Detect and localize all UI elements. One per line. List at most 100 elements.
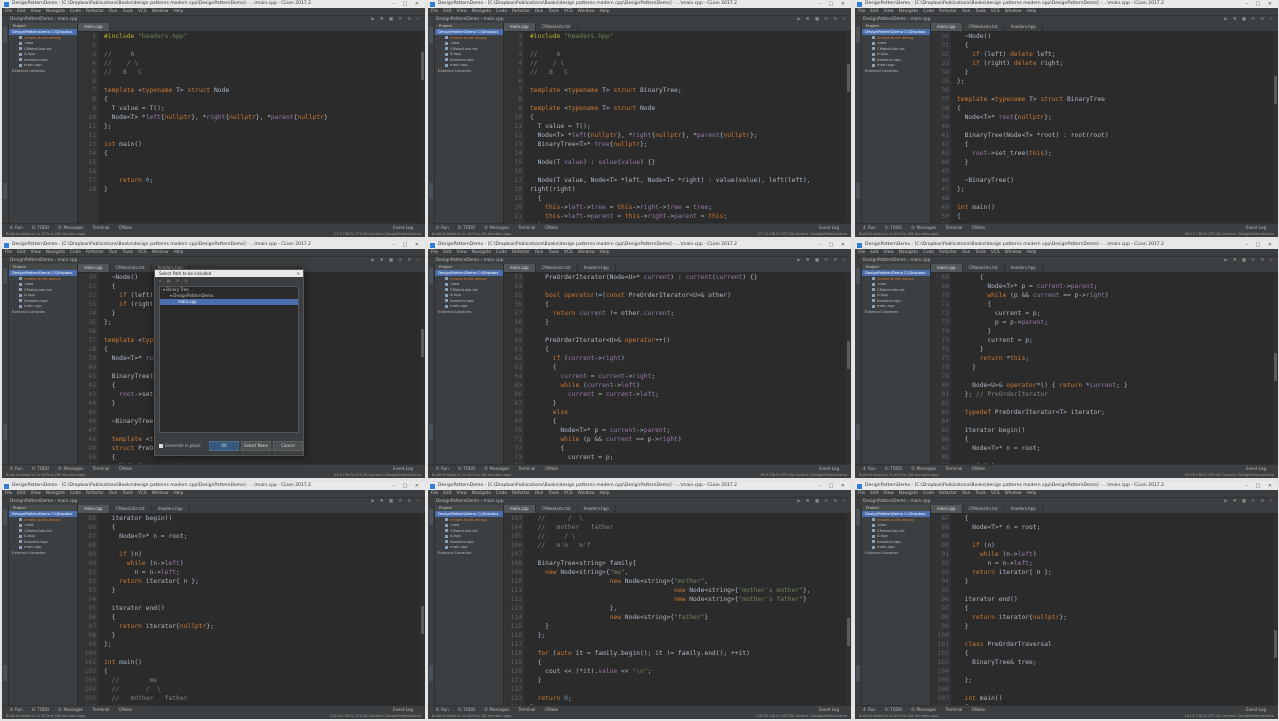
- code-line[interactable]: template <typename T> struct Node: [104, 86, 419, 95]
- editor-tab-main[interactable]: main.cpp: [78, 23, 110, 31]
- status-encoding[interactable]: CRLF‡ UTF-8‡ Context: DesignPatternDemo: [1196, 714, 1274, 718]
- code-line[interactable]: [957, 167, 1272, 176]
- code-line[interactable]: return iterator{ n };: [957, 568, 1272, 577]
- code-line[interactable]: {: [957, 514, 1272, 523]
- todo-tool-button[interactable]: 6: TODO: [32, 707, 49, 712]
- menu-navigate[interactable]: Navigate: [46, 9, 65, 14]
- code-line[interactable]: {: [104, 667, 419, 676]
- scrollbar-thumb[interactable]: [847, 618, 850, 646]
- code-line[interactable]: }: [957, 158, 1272, 167]
- run-toolbar[interactable]: ▶ ✱ ■ ⟳ ⚙ ⌕: [371, 16, 421, 23]
- code-line[interactable]: [104, 41, 419, 50]
- editor-scrollbar[interactable]: [1273, 514, 1278, 706]
- menu-view[interactable]: View: [884, 9, 894, 14]
- code-line[interactable]: iterator end(): [104, 604, 419, 613]
- code-area[interactable]: { Node<T>* p = current->parent; while (p…: [957, 273, 1272, 465]
- code-line[interactable]: // me: [104, 676, 419, 685]
- code-line[interactable]: [104, 541, 419, 550]
- run-toolbar[interactable]: ▶ ✱ ■ ⟳ ⚙ ⌕: [371, 498, 421, 505]
- status-encoding[interactable]: CRLF‡ UTF-8‡ Context: DesignPatternDemo: [343, 714, 421, 718]
- structure-tool-tab[interactable]: [856, 424, 860, 440]
- external-libraries[interactable]: External Libraries: [9, 309, 77, 315]
- editor-tab-cmake[interactable]: CMakeLists.txt: [110, 505, 152, 513]
- cmake-tool-button[interactable]: CMake: [545, 466, 558, 471]
- editor-tab-cmake[interactable]: CMakeLists.txt: [963, 505, 1005, 513]
- terminal-tool-button[interactable]: Terminal: [945, 707, 962, 712]
- code-line[interactable]: [530, 282, 845, 291]
- code-line[interactable]: current = p;: [530, 453, 845, 462]
- code-line[interactable]: else: [530, 408, 845, 417]
- code-line[interactable]: Node<T>* p = current->parent;: [530, 426, 845, 435]
- code-area[interactable]: // / \ // mother father // / \ // m'm m'…: [530, 514, 845, 706]
- code-line[interactable]: current = current->left;: [530, 390, 845, 399]
- code-line[interactable]: new Node<string>{"father"}: [530, 613, 845, 622]
- code-line[interactable]: }: [957, 622, 1272, 631]
- nav-project[interactable]: DesignPatternDemo: [436, 258, 479, 263]
- menu-tools[interactable]: Tools: [548, 491, 559, 496]
- code-line[interactable]: }; // PreOrderIterator: [957, 390, 1272, 399]
- event-log-button[interactable]: Event Log: [393, 224, 413, 231]
- code-line[interactable]: current = p;: [957, 336, 1272, 345]
- run-toolbar[interactable]: ▶ ✱ ■ ⟳ ⚙ ⌕: [797, 257, 847, 264]
- menu-file[interactable]: File: [5, 250, 12, 255]
- code-line[interactable]: [957, 122, 1272, 131]
- status-encoding[interactable]: CRLF‡ UTF-8‡ Context: DesignPatternDemo: [769, 473, 847, 477]
- code-line[interactable]: }: [530, 318, 845, 327]
- menu-code[interactable]: Code: [70, 9, 81, 14]
- run-tool-button[interactable]: 4: Run: [863, 707, 876, 712]
- code-line[interactable]: }: [530, 676, 845, 685]
- external-libraries[interactable]: External Libraries: [435, 68, 503, 74]
- run-tool-button[interactable]: 4: Run: [436, 225, 449, 230]
- code-line[interactable]: right(right): [530, 185, 845, 194]
- code-line[interactable]: while (p && current == p->right): [957, 291, 1272, 300]
- todo-tool-button[interactable]: 6: TODO: [32, 225, 49, 230]
- code-line[interactable]: n = n->left;: [104, 568, 419, 577]
- code-line[interactable]: {: [104, 523, 419, 532]
- editor-tab-cmake[interactable]: CMakeLists.txt: [963, 264, 1005, 272]
- menu-help[interactable]: Help: [1027, 250, 1037, 255]
- code-line[interactable]: [957, 631, 1272, 640]
- menu-run[interactable]: Run: [109, 250, 117, 255]
- code-line[interactable]: BinaryTree<T>* tree{nullptr};: [530, 140, 845, 149]
- menu-window[interactable]: Window: [1005, 9, 1022, 14]
- menu-edit[interactable]: Edit: [17, 491, 25, 496]
- code-line[interactable]: {: [957, 649, 1272, 658]
- editor-tab-headers[interactable]: headers.hpp: [1005, 505, 1043, 513]
- scrollbar-thumb[interactable]: [1274, 353, 1277, 381]
- code-line[interactable]: int main(): [957, 694, 1272, 703]
- cmake-tool-button[interactable]: CMake: [119, 707, 132, 712]
- code-line[interactable]: PreOrderIterator(Node<U>* current) : cur…: [530, 273, 845, 282]
- messages-tool-button[interactable]: 0: Messages: [911, 225, 936, 230]
- cursor-position[interactable]: 78:6: [760, 473, 769, 477]
- code-line[interactable]: [957, 372, 1272, 381]
- window-controls[interactable]: – □ ✕: [392, 241, 422, 249]
- editor-scrollbar[interactable]: [420, 273, 425, 465]
- project-tool-tab[interactable]: [429, 268, 433, 284]
- menu-run[interactable]: Run: [962, 9, 970, 14]
- run-tool-button[interactable]: 4: Run: [436, 707, 449, 712]
- editor-tab-main[interactable]: main.cpp: [931, 264, 963, 272]
- editor-tab-main[interactable]: main.cpp: [78, 505, 110, 513]
- messages-tool-button[interactable]: 0: Messages: [484, 707, 509, 712]
- scrollbar-thumb[interactable]: [421, 606, 424, 634]
- code-line[interactable]: {: [530, 194, 845, 203]
- code-line[interactable]: {: [957, 300, 1272, 309]
- menu-code[interactable]: Code: [923, 9, 934, 14]
- window-controls[interactable]: – □ ✕: [818, 241, 848, 249]
- code-line[interactable]: {: [530, 300, 845, 309]
- editor-tab-cmake[interactable]: CMakeLists.txt: [536, 264, 578, 272]
- code-line[interactable]: {: [957, 435, 1272, 444]
- nav-file[interactable]: main.cpp: [484, 258, 504, 263]
- code-line[interactable]: cout << (*it).value << "\n";: [530, 667, 845, 676]
- menu-navigate[interactable]: Navigate: [472, 250, 491, 255]
- editor-scrollbar[interactable]: [420, 514, 425, 706]
- code-line[interactable]: {: [530, 345, 845, 354]
- menu-run[interactable]: Run: [962, 491, 970, 496]
- menu-navigate[interactable]: Navigate: [472, 491, 491, 496]
- menu-refactor[interactable]: Refactor: [512, 250, 530, 255]
- menu-view[interactable]: View: [884, 250, 894, 255]
- code-line[interactable]: BinaryTree(Node<T> *root) : root(root): [957, 131, 1272, 140]
- code-line[interactable]: int main(): [957, 203, 1272, 212]
- nav-project[interactable]: DesignPatternDemo: [436, 17, 479, 22]
- code-line[interactable]: new Node<string>{"mother's father"}: [530, 595, 845, 604]
